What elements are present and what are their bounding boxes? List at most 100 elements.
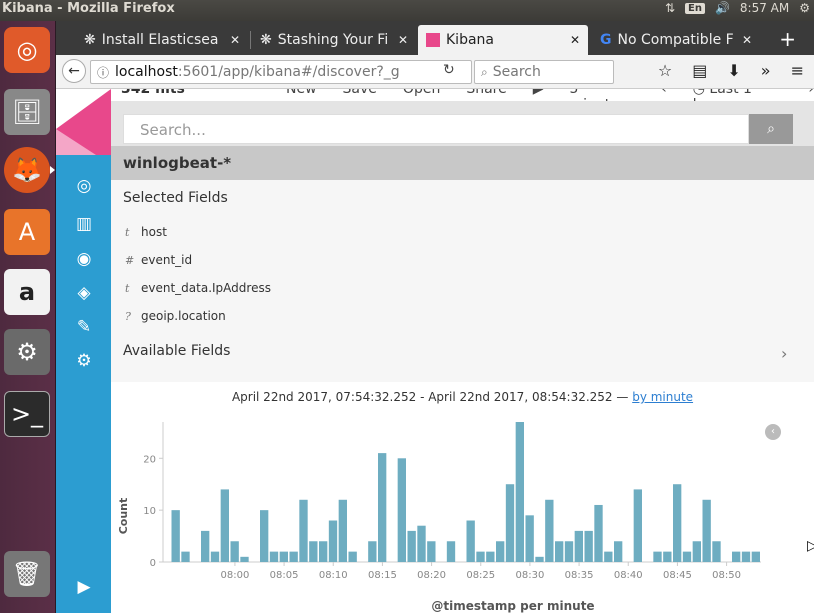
histogram-bar[interactable] (181, 551, 190, 562)
tab-no-compatible[interactable]: G No Compatible F ✕ (592, 25, 760, 55)
histogram-bar[interactable] (279, 551, 288, 562)
histogram-bar[interactable] (515, 422, 524, 562)
histogram-bar[interactable] (368, 541, 377, 562)
timelion-icon[interactable]: ◈ (73, 283, 95, 303)
histogram-bar[interactable] (446, 541, 456, 562)
tab-stashing[interactable]: ❋ Stashing Your Fi ✕ (252, 25, 416, 55)
management-gear-icon[interactable]: ⚙ (73, 351, 95, 371)
histogram-bar[interactable] (319, 541, 328, 562)
histogram-bar[interactable] (338, 499, 347, 562)
histogram-bar[interactable] (466, 520, 475, 562)
download-icon[interactable]: ⬇ (727, 61, 740, 80)
files-icon[interactable]: 🗄 (4, 89, 50, 135)
system-settings-icon[interactable]: ⚙ (4, 329, 50, 375)
histogram-bar[interactable] (653, 551, 662, 562)
time-picker[interactable]: ◷ Last 1 hour (693, 89, 783, 113)
histogram-bar[interactable] (545, 499, 554, 562)
histogram-bar[interactable] (496, 541, 505, 562)
query-input[interactable]: Search... (123, 114, 749, 144)
url-bar[interactable]: ⓘ localhost:5601/app/kibana#/discover?_g (90, 60, 472, 84)
time-forward-chevron-icon[interactable]: › (808, 89, 814, 101)
histogram-bar[interactable] (397, 458, 406, 562)
network-icon[interactable]: ⇅ (665, 1, 675, 15)
histogram-bar[interactable] (604, 551, 613, 562)
new-button[interactable]: New (286, 89, 317, 101)
amazon-icon[interactable]: a (4, 269, 50, 315)
histogram-bar[interactable] (663, 551, 672, 562)
histogram-bar[interactable] (633, 489, 642, 562)
histogram-bar[interactable] (171, 510, 180, 562)
histogram-bar[interactable] (201, 530, 210, 562)
histogram-bar[interactable] (751, 551, 760, 562)
histogram-chart[interactable]: 0 10 20 08:00 08:05 08:10 08:15 08:20 08:25 08:30… (111, 382, 814, 613)
histogram-bar[interactable] (682, 551, 692, 562)
save-button[interactable]: Save (343, 89, 377, 101)
histogram-bar[interactable] (692, 541, 701, 562)
histogram-bar[interactable] (505, 484, 515, 562)
share-button[interactable]: Share (466, 89, 506, 101)
histogram-bar[interactable] (427, 541, 436, 562)
histogram-bar[interactable] (614, 541, 623, 562)
histogram-bar[interactable] (299, 499, 308, 562)
selected-field-row[interactable]: t host (125, 225, 167, 239)
trash-icon[interactable]: 🗑 (4, 551, 50, 597)
close-tab-icon[interactable]: ✕ (230, 33, 240, 47)
keyboard-language-indicator[interactable]: En (685, 2, 705, 14)
index-pattern-title[interactable]: winlogbeat-* (111, 146, 814, 180)
histogram-bar[interactable] (220, 489, 229, 562)
histogram-bar[interactable] (328, 520, 338, 562)
histogram-bar[interactable] (584, 530, 593, 562)
histogram-bar[interactable] (525, 515, 534, 562)
histogram-bar[interactable] (240, 556, 249, 562)
back-button[interactable]: ← (62, 59, 86, 83)
histogram-bar[interactable] (407, 530, 416, 562)
histogram-bar[interactable] (673, 484, 682, 562)
selected-field-row[interactable]: # event_id (125, 253, 192, 267)
auto-refresh-play-icon[interactable]: ▶ (533, 89, 544, 101)
histogram-bar[interactable] (732, 551, 741, 562)
histogram-bar[interactable] (702, 499, 711, 562)
query-search-button[interactable]: ⌕ (749, 114, 793, 144)
histogram-bar[interactable] (348, 551, 357, 562)
selected-field-row[interactable]: t event_data.IpAddress (125, 281, 271, 295)
histogram-bar[interactable] (260, 510, 269, 562)
close-tab-icon[interactable]: ✕ (398, 33, 408, 47)
histogram-bar[interactable] (712, 541, 721, 562)
histogram-bar[interactable] (741, 551, 751, 562)
info-icon[interactable]: ⓘ (97, 64, 109, 81)
tab-kibana[interactable]: Kibana ✕ (418, 25, 588, 55)
dashboard-gauge-icon[interactable]: ◉ (73, 249, 95, 269)
firefox-icon[interactable]: 🦊 (4, 147, 50, 193)
histogram-bar[interactable] (289, 551, 298, 562)
time-back-chevron-icon[interactable]: ‹ (661, 89, 667, 101)
open-button[interactable]: Open (403, 89, 440, 101)
gear-icon[interactable]: ⚙ (799, 1, 810, 15)
overflow-chevron-icon[interactable]: » (761, 61, 771, 80)
histogram-bar[interactable] (486, 551, 495, 562)
refresh-interval[interactable]: 5 minutes (570, 89, 636, 113)
collapse-sidebar-icon[interactable]: ▶ (73, 577, 95, 597)
new-tab-button[interactable]: + (779, 27, 796, 51)
browser-search-input[interactable]: ⌕ Search (474, 60, 614, 84)
reading-list-icon[interactable]: ▤ (692, 61, 707, 80)
hamburger-menu-icon[interactable]: ≡ (791, 61, 804, 80)
histogram-bar[interactable] (555, 541, 564, 562)
histogram-bar[interactable] (594, 504, 603, 562)
histogram-bar[interactable] (210, 551, 220, 562)
selected-field-row[interactable]: ? geoip.location (125, 309, 226, 323)
histogram-bar[interactable] (230, 541, 239, 562)
visualize-chart-icon[interactable]: ▥ (73, 214, 95, 234)
kibana-logo[interactable] (56, 89, 111, 155)
histogram-bar[interactable] (574, 530, 583, 562)
volume-icon[interactable]: 🔊 (715, 1, 730, 15)
reload-icon[interactable]: ↻ (443, 62, 455, 78)
histogram-bar[interactable] (564, 541, 574, 562)
tab-install-elasticsearch[interactable]: ❋ Install Elasticsea ✕ (76, 25, 248, 55)
ubuntu-dash-icon[interactable]: ◎ (4, 27, 50, 73)
close-tab-icon[interactable]: ✕ (742, 33, 752, 47)
terminal-icon[interactable]: >_ (4, 391, 50, 437)
chevron-right-icon[interactable]: › (781, 344, 787, 363)
clock[interactable]: 8:57 AM (740, 1, 789, 15)
histogram-bar[interactable] (378, 453, 387, 562)
histogram-bar[interactable] (535, 556, 544, 562)
